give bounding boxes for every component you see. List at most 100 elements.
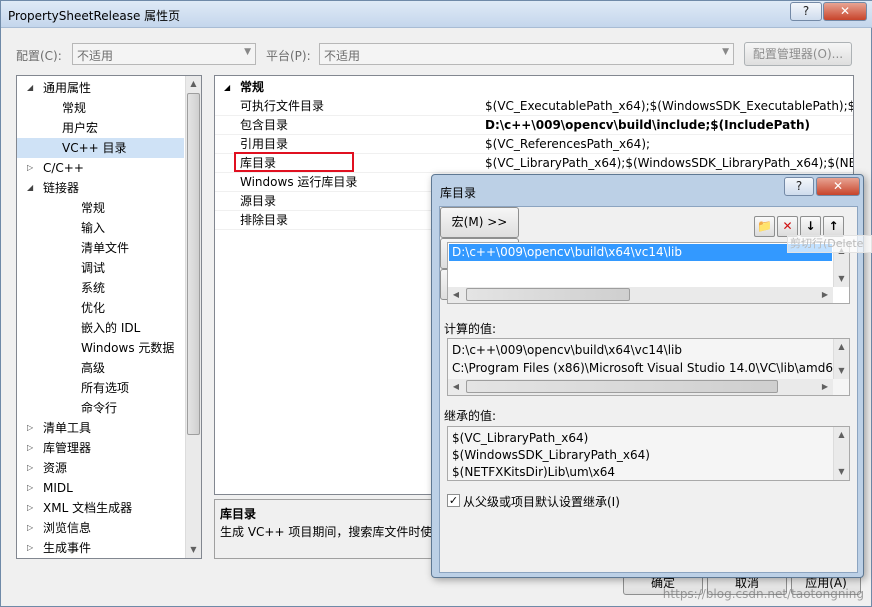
property-value[interactable]: $(VC_ReferencesPath_x64); (485, 135, 650, 154)
tree-item[interactable]: 所有选项 (17, 378, 184, 398)
tree-item[interactable]: 高级 (17, 358, 184, 378)
scroll-down-icon[interactable]: ▼ (834, 464, 849, 480)
property-value[interactable]: $(VC_ExecutablePath_x64);$(WindowsSDK_Ex… (485, 97, 853, 116)
computed-values-box: D:\c++\009\opencv\build\x64\vc14\lib C:\… (447, 338, 850, 396)
hscroll-thumb[interactable] (466, 288, 630, 301)
entries-hscroll[interactable]: ◀ ▶ (448, 287, 833, 303)
inherit-checkbox-label[interactable]: 从父级或项目默认设置继承(I) (463, 493, 620, 510)
tree-item[interactable]: 常规 (17, 198, 184, 218)
help-button[interactable]: ? (790, 2, 822, 21)
description-title: 库目录 (220, 507, 257, 521)
delete-button[interactable]: ✕ (777, 216, 798, 237)
folder-icon: 📁 (757, 219, 772, 233)
category-tree[interactable]: ◢ 通用属性 常规 用户宏 VC++ 目录 ▷ C/C++ ◢ 链接器 常规 输入 清单文件 调试 系统优… (16, 75, 202, 559)
selected-entry-row[interactable]: D:\c++\009\opencv\build\x64\vc14\lib (449, 244, 832, 261)
config-combo[interactable]: 不适用 ▼ (72, 43, 256, 65)
tree-item[interactable]: 优化 (17, 298, 184, 318)
scroll-down-icon[interactable]: ▼ (186, 542, 201, 558)
tree-item[interactable]: 常规 (17, 98, 184, 118)
move-down-button[interactable]: ↓ (800, 216, 821, 237)
tree-item-label: 清单文件 (81, 241, 130, 255)
tree-item-label: 库管理器 (43, 441, 92, 455)
expand-icon[interactable]: ▷ (27, 438, 37, 458)
config-manager-button[interactable]: 配置管理器(O)... (744, 42, 852, 66)
scroll-down-icon[interactable]: ▼ (834, 271, 849, 287)
close-button[interactable]: ✕ (823, 2, 867, 21)
scroll-thumb[interactable] (187, 93, 200, 435)
tree-item-label: 嵌入的 IDL (81, 321, 141, 335)
tree-item-label: C/C++ (43, 161, 84, 175)
tree-item[interactable]: ▷ XML 文档生成器 (17, 498, 184, 518)
tree-item[interactable]: VC++ 目录 (17, 138, 184, 158)
tree-item[interactable]: ▷ C/C++ (17, 158, 184, 178)
computed-vscroll[interactable]: ▲ ▼ (833, 339, 849, 379)
scroll-left-icon[interactable]: ◀ (448, 287, 464, 303)
property-row[interactable]: 包含目录 D:\c++\009\opencv\build\include;$(In… (215, 116, 853, 135)
expand-icon[interactable]: ▷ (27, 418, 37, 438)
move-up-button[interactable]: ↑ (823, 216, 844, 237)
property-value[interactable]: $(VC_LibraryPath_x64);$(WindowsSDK_Libra… (485, 154, 853, 173)
tree-item[interactable]: ◢ 通用属性 (17, 78, 184, 98)
expand-icon[interactable]: ▷ (27, 518, 37, 538)
tree-item-label: Windows 元数据 (81, 341, 175, 355)
scroll-right-icon[interactable]: ▶ (817, 379, 833, 395)
dialog-close-button[interactable]: ✕ (816, 177, 860, 196)
tree-item[interactable]: 系统 (17, 278, 184, 298)
grid-category-label: 常规 (240, 80, 265, 94)
property-row[interactable]: 可执行文件目录 $(VC_ExecutablePath_x64);$(Window… (215, 97, 853, 116)
inherited-line: $(VC_LibraryPath_x64) (452, 431, 589, 445)
highlight-box (234, 152, 354, 172)
dialog-help-button[interactable]: ? (784, 177, 814, 196)
platform-value: 不适用 (324, 49, 361, 63)
expand-icon[interactable]: ▷ (27, 478, 37, 498)
tree-item[interactable]: ▷ 库管理器 (17, 438, 184, 458)
new-line-button[interactable]: 📁 (754, 216, 775, 237)
scroll-left-icon[interactable]: ◀ (448, 379, 464, 395)
tree-item[interactable]: 调试 (17, 258, 184, 278)
tree-item[interactable]: 清单文件 (17, 238, 184, 258)
scroll-up-icon[interactable]: ▲ (834, 339, 849, 355)
hscroll-thumb[interactable] (466, 380, 778, 393)
tree-item[interactable]: ▷ 浏览信息 (17, 518, 184, 538)
platform-combo[interactable]: 不适用 ▼ (319, 43, 734, 65)
tree-item-label: 调试 (81, 261, 106, 275)
tree-item-label: 生成事件 (43, 541, 92, 555)
tree-item[interactable]: ▷ 生成事件 (17, 538, 184, 558)
tree-item-label: 命令行 (81, 401, 118, 415)
tree-item[interactable]: Windows 元数据 (17, 338, 184, 358)
expand-icon[interactable]: ▷ (27, 158, 37, 178)
scroll-down-icon[interactable]: ▼ (834, 363, 849, 379)
scroll-up-icon[interactable]: ▲ (186, 76, 201, 92)
tree-item[interactable]: 命令行 (17, 398, 184, 418)
entry-text[interactable]: D:\c++\009\opencv\build\x64\vc14\lib (452, 245, 682, 259)
grid-category-row[interactable]: ◢ 常规 (215, 78, 853, 97)
macro-button[interactable]: 宏(M) >> (440, 207, 519, 238)
platform-label: 平台(P): (266, 49, 311, 63)
tree-item[interactable]: ▷ 资源 (17, 458, 184, 478)
expand-icon[interactable]: ◢ (27, 78, 37, 98)
inherited-vscroll[interactable]: ▲ ▼ (833, 427, 849, 480)
tree-scrollbar[interactable]: ▲ ▼ (185, 76, 201, 558)
expand-icon[interactable]: ▷ (27, 538, 37, 558)
property-value[interactable]: D:\c++\009\opencv\build\include;$(Includ… (485, 116, 810, 135)
tree-item-label: 链接器 (43, 181, 80, 195)
tree-item[interactable]: 输入 (17, 218, 184, 238)
tree-item[interactable]: ◢ 链接器 (17, 178, 184, 198)
inherit-checkbox[interactable]: ✓ (447, 494, 460, 507)
scroll-up-icon[interactable]: ▲ (834, 427, 849, 443)
inherited-label: 继承的值: (444, 409, 497, 423)
expand-icon[interactable]: ◢ (27, 178, 37, 198)
tree-item[interactable]: 嵌入的 IDL (17, 318, 184, 338)
tree-item[interactable]: 用户宏 (17, 118, 184, 138)
collapse-icon[interactable]: ◢ (224, 78, 230, 97)
tree-item[interactable]: ▷ MIDL (17, 478, 184, 498)
tree-item[interactable]: ▷ 清单工具 (17, 418, 184, 438)
computed-hscroll[interactable]: ◀ ▶ (448, 379, 833, 395)
computed-line: C:\Program Files (x86)\Microsoft Visual … (452, 361, 841, 375)
scroll-right-icon[interactable]: ▶ (817, 287, 833, 303)
expand-icon[interactable]: ▷ (27, 498, 37, 518)
expand-icon[interactable]: ▷ (27, 458, 37, 478)
inherited-line: $(WindowsSDK_LibraryPath_x64) (452, 448, 650, 462)
tree-item-label: 资源 (43, 461, 68, 475)
help-icon: ? (802, 4, 810, 18)
